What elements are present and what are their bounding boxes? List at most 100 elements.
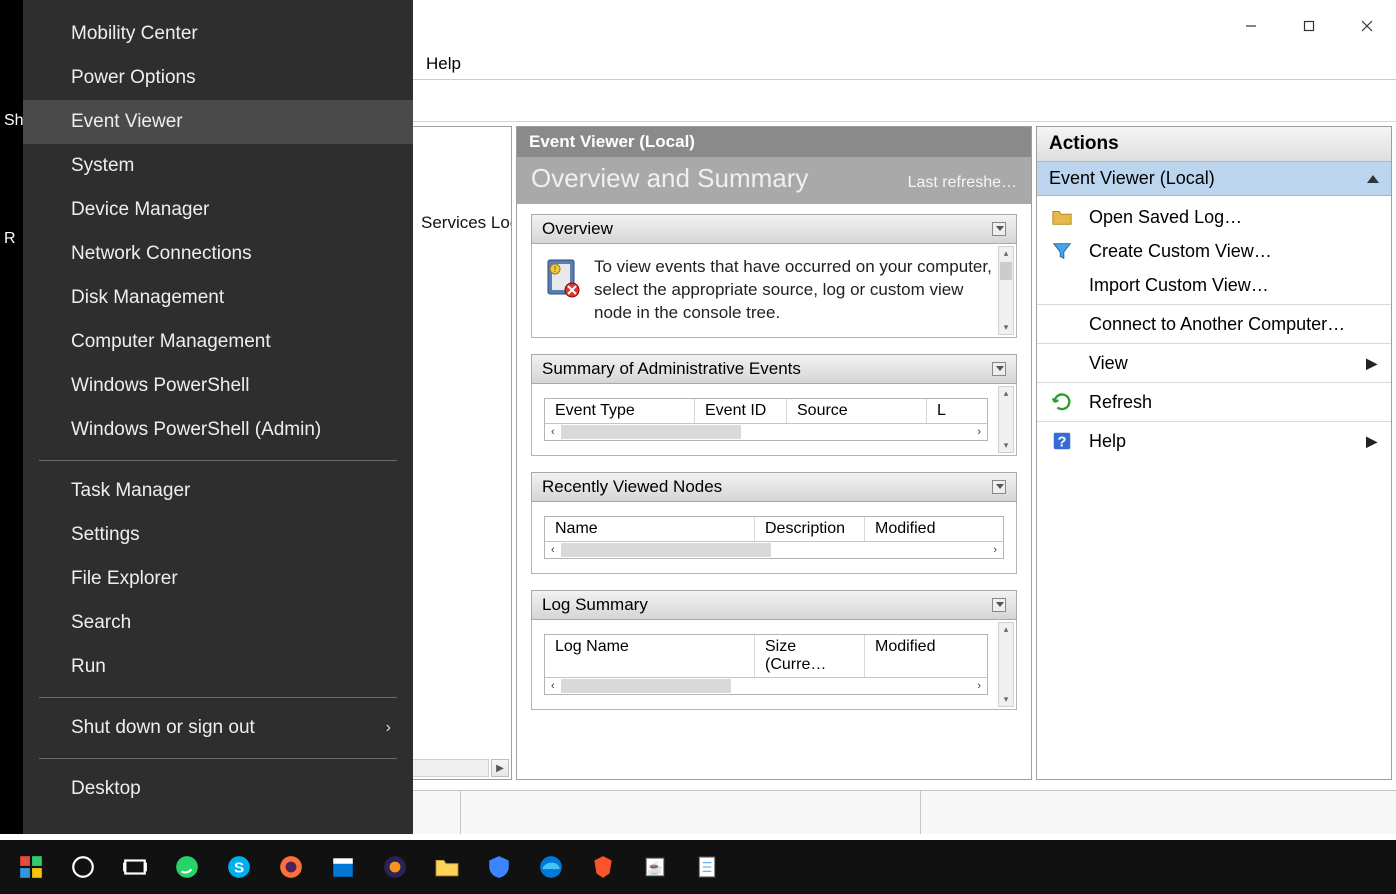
minimize-button[interactable] xyxy=(1222,8,1280,44)
winx-windows-powershell-admin[interactable]: Windows PowerShell (Admin) xyxy=(23,408,413,452)
action-separator xyxy=(1037,304,1391,305)
scroll-down-icon[interactable]: ▾ xyxy=(1004,439,1009,452)
collapse-icon[interactable] xyxy=(992,480,1006,494)
action-open-saved-log[interactable]: Open Saved Log… xyxy=(1037,200,1391,234)
collapse-icon[interactable] xyxy=(992,598,1006,612)
admin-events-table[interactable]: Event Type Event ID Source L ‹ › xyxy=(544,398,988,441)
taskbar-cortana-icon[interactable] xyxy=(58,844,108,890)
winx-shut-down-or-sign-out[interactable]: Shut down or sign out› xyxy=(23,706,413,750)
winx-settings[interactable]: Settings xyxy=(23,513,413,557)
col-l[interactable]: L xyxy=(927,399,947,423)
scroll-left-icon[interactable]: ‹ xyxy=(551,426,555,438)
scroll-down-icon[interactable]: ▾ xyxy=(1004,321,1009,334)
winx-search[interactable]: Search xyxy=(23,601,413,645)
taskbar-firefox-icon[interactable] xyxy=(266,844,316,890)
scroll-down-icon[interactable]: ▾ xyxy=(1004,693,1009,706)
collapse-up-icon[interactable] xyxy=(1367,175,1379,183)
tree-item-services-logs[interactable]: Services Log xyxy=(421,213,512,233)
admin-vscroll[interactable]: ▴ ▾ xyxy=(998,386,1014,453)
actions-subtitle-label: Event Viewer (Local) xyxy=(1049,168,1215,189)
action-refresh[interactable]: Refresh xyxy=(1037,385,1391,419)
winx-system[interactable]: System xyxy=(23,144,413,188)
scroll-right-icon[interactable]: › xyxy=(977,426,981,438)
winx-menu[interactable]: Mobility CenterPower OptionsEvent Viewer… xyxy=(23,0,413,834)
taskbar-skype-icon[interactable]: S xyxy=(214,844,264,890)
scroll-left-icon[interactable]: ‹ xyxy=(551,680,555,692)
group-overview-header[interactable]: Overview xyxy=(531,214,1017,244)
overview-text: To view events that have occurred on you… xyxy=(594,256,992,325)
taskbar-defender-icon[interactable] xyxy=(474,844,524,890)
recent-nodes-table[interactable]: Name Description Modified ‹ › xyxy=(544,516,1004,559)
winx-file-explorer[interactable]: File Explorer xyxy=(23,557,413,601)
maximize-button[interactable] xyxy=(1280,8,1338,44)
col-modified[interactable]: Modified xyxy=(865,635,945,677)
action-label: Open Saved Log… xyxy=(1089,207,1242,228)
col-description[interactable]: Description xyxy=(755,517,865,541)
taskbar-brave-icon[interactable] xyxy=(578,844,628,890)
taskbar-notepad-icon[interactable] xyxy=(682,844,732,890)
action-label: Import Custom View… xyxy=(1089,275,1269,296)
winx-device-manager[interactable]: Device Manager xyxy=(23,188,413,232)
col-size[interactable]: Size (Curre… xyxy=(755,635,865,677)
collapse-icon[interactable] xyxy=(992,362,1006,376)
action-import-custom-view[interactable]: Import Custom View… xyxy=(1037,268,1391,302)
winx-power-options[interactable]: Power Options xyxy=(23,56,413,100)
group-admin-events-header[interactable]: Summary of Administrative Events xyxy=(531,354,1017,384)
scroll-up-icon[interactable]: ▴ xyxy=(1004,623,1009,636)
col-event-type[interactable]: Event Type xyxy=(545,399,695,423)
col-source[interactable]: Source xyxy=(787,399,927,423)
log-summary-table[interactable]: Log Name Size (Curre… Modified ‹ › xyxy=(544,634,988,695)
winx-desktop[interactable]: Desktop xyxy=(23,767,413,811)
action-help[interactable]: ?Help▶ xyxy=(1037,424,1391,458)
taskbar-whatsapp-icon[interactable] xyxy=(162,844,212,890)
winx-mobility-center[interactable]: Mobility Center xyxy=(23,12,413,56)
taskbar-taskview-icon[interactable] xyxy=(110,844,160,890)
group-log-summary-header[interactable]: Log Summary xyxy=(531,590,1017,620)
menu-help[interactable]: Help xyxy=(416,50,471,78)
taskbar-eclipse-icon[interactable] xyxy=(370,844,420,890)
winx-event-viewer[interactable]: Event Viewer xyxy=(23,100,413,144)
table-hscroll[interactable]: ‹ › xyxy=(545,424,987,440)
taskbar-edge-icon[interactable] xyxy=(526,844,576,890)
action-separator xyxy=(1037,421,1391,422)
scroll-thumb[interactable] xyxy=(561,543,771,557)
scroll-right-icon[interactable]: › xyxy=(993,544,997,556)
taskbar-start-icon[interactable] xyxy=(6,844,56,890)
table-hscroll[interactable]: ‹ › xyxy=(545,542,1003,558)
log-vscroll[interactable]: ▴ ▾ xyxy=(998,622,1014,707)
overview-vscroll[interactable]: ▴ ▾ xyxy=(998,246,1014,335)
table-hscroll[interactable]: ‹ › xyxy=(545,678,987,694)
close-button[interactable] xyxy=(1338,8,1396,44)
group-recent-nodes-header[interactable]: Recently Viewed Nodes xyxy=(531,472,1017,502)
scroll-thumb[interactable] xyxy=(561,425,741,439)
taskbar-explorer-icon[interactable] xyxy=(422,844,472,890)
action-view[interactable]: View▶ xyxy=(1037,346,1391,380)
scroll-up-icon[interactable]: ▴ xyxy=(1004,387,1009,400)
col-modified[interactable]: Modified xyxy=(865,517,955,541)
winx-network-connections[interactable]: Network Connections xyxy=(23,232,413,276)
overview-heading: Overview and Summary xyxy=(531,163,808,194)
collapse-icon[interactable] xyxy=(992,222,1006,236)
winx-windows-powershell[interactable]: Windows PowerShell xyxy=(23,364,413,408)
winx-disk-management[interactable]: Disk Management xyxy=(23,276,413,320)
scroll-right-icon[interactable]: › xyxy=(977,680,981,692)
taskbar-java-icon[interactable]: ☕ xyxy=(630,844,680,890)
winx-computer-management[interactable]: Computer Management xyxy=(23,320,413,364)
tree-scroll-right-button[interactable]: ▶ xyxy=(491,759,509,777)
scroll-left-icon[interactable]: ‹ xyxy=(551,544,555,556)
taskbar-calendar-icon[interactable] xyxy=(318,844,368,890)
col-log-name[interactable]: Log Name xyxy=(545,635,755,677)
taskbar[interactable]: S☕ xyxy=(0,840,1396,894)
winx-task-manager[interactable]: Task Manager xyxy=(23,469,413,513)
action-connect-to-another-computer[interactable]: Connect to Another Computer… xyxy=(1037,307,1391,341)
winx-run[interactable]: Run xyxy=(23,645,413,689)
group-admin-events-title: Summary of Administrative Events xyxy=(542,359,801,379)
col-name[interactable]: Name xyxy=(545,517,755,541)
scroll-up-icon[interactable]: ▴ xyxy=(1004,247,1009,260)
scroll-thumb[interactable] xyxy=(561,679,731,693)
action-create-custom-view[interactable]: Create Custom View… xyxy=(1037,234,1391,268)
scroll-thumb[interactable] xyxy=(1000,262,1012,280)
actions-subtitle[interactable]: Event Viewer (Local) xyxy=(1037,162,1391,196)
group-overview-title: Overview xyxy=(542,219,613,239)
col-event-id[interactable]: Event ID xyxy=(695,399,787,423)
